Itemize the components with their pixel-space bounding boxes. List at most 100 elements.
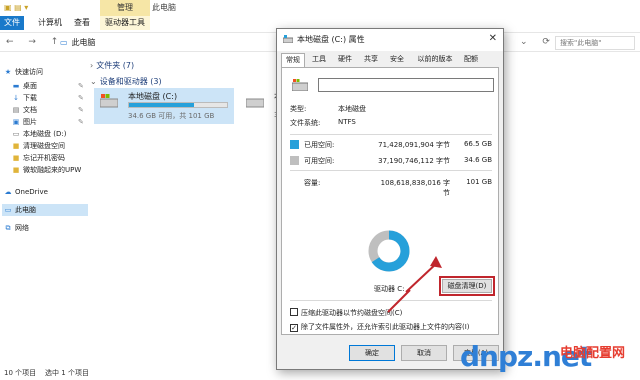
tab-previous-versions[interactable]: 以前的版本 (413, 53, 457, 67)
sidebar-item-folder[interactable]: ■ 微软融起来的UPW (12, 164, 82, 176)
title-bar: ▣ ▤ ▾ 管理 此电脑 (0, 0, 640, 16)
tab-computer[interactable]: 计算机 (38, 16, 62, 30)
chevron-down-icon: ⌄ (90, 77, 97, 86)
sidebar-item-label: 图片 (23, 118, 37, 126)
window-title: 此电脑 (152, 3, 176, 12)
sidebar-item-downloads[interactable]: ↓ 下载 ✎ (12, 92, 84, 104)
index-content-checkbox[interactable]: ✓ 除了文件属性外，还允许索引此驱动器上文件的内容(I) (290, 322, 470, 332)
general-tab-panel: 类型: 本地磁盘 文件系统: NTFS 已用空间: 71,428,091,904… (281, 67, 499, 335)
devices-header-label: 设备和驱动器 (3) (99, 77, 162, 86)
sidebar-item-pictures[interactable]: ▣ 图片 ✎ (12, 116, 84, 128)
free-space-label: 可用空间: (304, 157, 335, 165)
close-icon[interactable]: ✕ (489, 33, 497, 44)
divider (290, 170, 492, 171)
sidebar-item-label: 快速访问 (15, 68, 43, 76)
sidebar-item-label: 此电脑 (15, 206, 36, 214)
tab-drive-tools[interactable]: 驱动器工具 (100, 16, 150, 30)
sidebar-item-network[interactable]: ⧉ 网络 (4, 222, 30, 234)
cloud-icon: ☁ (4, 188, 12, 196)
used-space-swatch (290, 140, 299, 149)
navigation-arrows-icon[interactable]: ← → ↑ (6, 37, 64, 47)
type-value: 本地磁盘 (338, 105, 366, 113)
status-bar: 10 个项目 选中 1 个项目 (4, 368, 89, 378)
status-item-count: 10 个项目 (4, 369, 37, 377)
drive-icon (283, 35, 293, 43)
site-watermark: dnpz.net 电脑配置网 (460, 340, 638, 378)
tab-tools[interactable]: 工具 (309, 53, 329, 67)
sidebar-item-this-pc[interactable]: ▭ 此电脑 (2, 204, 88, 216)
manage-tab[interactable]: 管理 (100, 0, 150, 16)
free-space-bytes: 37,190,746,112 字节 (378, 157, 450, 165)
drive-tile-d[interactable]: 本 3 (240, 88, 282, 124)
sidebar-item-folder[interactable]: ■ 清理磁盘空间 (12, 140, 65, 152)
drive-usage-fill (129, 103, 194, 107)
quick-access-toolbar-icons[interactable]: ▣ ▤ ▾ (4, 3, 28, 12)
checkbox[interactable]: ✓ (290, 324, 298, 332)
download-icon: ↓ (13, 94, 19, 102)
sidebar-item-quick-access[interactable]: ★ 快速访问 (4, 66, 43, 78)
disk-cleanup-button[interactable]: 磁盘清理(D) (439, 276, 495, 296)
tab-hardware[interactable]: 硬件 (335, 53, 355, 67)
tab-view[interactable]: 查看 (74, 16, 90, 30)
capacity-label: 容量: (304, 179, 321, 187)
sidebar-item-label: 微软融起来的UPW (23, 166, 82, 174)
compress-drive-label: 压缩此驱动器以节约磁盘空间(C) (301, 309, 403, 317)
tab-sharing[interactable]: 共享 (361, 53, 381, 67)
disk-usage-donut (368, 230, 410, 272)
dialog-tabs: 常规 工具 硬件 共享 安全 以前的版本 配额 (281, 53, 499, 68)
drive-icon (100, 94, 118, 108)
tab-security[interactable]: 安全 (387, 53, 407, 67)
sidebar-item-onedrive[interactable]: ☁ OneDrive (4, 186, 48, 198)
cancel-button[interactable]: 取消 (401, 345, 447, 361)
type-label: 类型: (290, 105, 307, 113)
filesystem-label: 文件系统: (290, 119, 321, 127)
sidebar-item-drive-d[interactable]: ▭ 本地磁盘 (D:) (12, 128, 67, 140)
sidebar-item-desktop[interactable]: ▬ 桌面 ✎ (12, 80, 84, 92)
sidebar-item-label: OneDrive (15, 188, 48, 196)
drive-usage-bar (128, 102, 228, 108)
sidebar-item-label: 下载 (23, 94, 37, 102)
drive-name: 本地磁盘 (C:) (128, 92, 178, 101)
tab-quota[interactable]: 配额 (461, 53, 481, 67)
sidebar-item-documents[interactable]: ▤ 文档 ✎ (12, 104, 84, 116)
drive-name-input[interactable] (318, 78, 494, 92)
folders-header-label: 文件夹 (7) (96, 61, 135, 70)
star-icon: ★ (4, 68, 12, 76)
folders-group-header[interactable]: › 文件夹 (7) (90, 60, 134, 71)
sidebar-item-label: 清理磁盘空间 (23, 142, 65, 150)
drive-free-text: 34.6 GB 可用，共 101 GB (128, 112, 215, 120)
filesystem-value: NTFS (338, 118, 356, 126)
free-space-size: 34.6 GB (463, 156, 492, 164)
free-space-swatch (290, 156, 299, 165)
desktop-icon: ▬ (12, 82, 20, 90)
address-path-label: 此电脑 (71, 38, 96, 47)
sidebar-item-label: 本地磁盘 (D:) (23, 130, 67, 138)
drive-letter-label: 驱动器 C: (374, 285, 405, 293)
dialog-title: 本地磁盘 (C:) 属性 (297, 35, 365, 44)
divider (290, 134, 492, 135)
sidebar-item-folder[interactable]: ■ 忘记开机密码 (12, 152, 65, 164)
search-input[interactable]: 搜索"此电脑" (555, 36, 635, 50)
pin-icon: ✎ (78, 82, 84, 90)
devices-group-header[interactable]: ⌄ 设备和驱动器 (3) (90, 76, 162, 87)
drive-icon (292, 79, 308, 91)
network-icon: ⧉ (5, 224, 11, 232)
compress-drive-checkbox[interactable]: 压缩此驱动器以节约磁盘空间(C) (290, 308, 402, 318)
index-content-label: 除了文件属性外，还允许索引此驱动器上文件的内容(I) (301, 323, 470, 331)
chevron-right-icon: › (90, 61, 94, 70)
tab-file[interactable]: 文件 (0, 16, 24, 30)
address-path[interactable]: ▭ 此电脑 (60, 37, 96, 48)
used-space-bytes: 71,428,091,904 字节 (378, 141, 450, 149)
tab-general[interactable]: 常规 (281, 53, 305, 68)
watermark-site-name: 电脑配置网 (560, 346, 626, 361)
drive-tile-c[interactable]: 本地磁盘 (C:) 34.6 GB 可用，共 101 GB (94, 88, 234, 124)
divider (290, 300, 492, 301)
refresh-icon[interactable]: ⌄ ⟳ (520, 37, 556, 47)
pin-icon: ✎ (78, 106, 84, 114)
drive-icon: ▭ (12, 130, 20, 138)
checkbox[interactable] (290, 308, 298, 316)
sidebar-item-label: 网络 (15, 224, 29, 232)
used-space-label: 已用空间: (304, 141, 335, 149)
ok-button[interactable]: 确定 (349, 345, 395, 361)
pin-icon: ✎ (78, 118, 84, 126)
